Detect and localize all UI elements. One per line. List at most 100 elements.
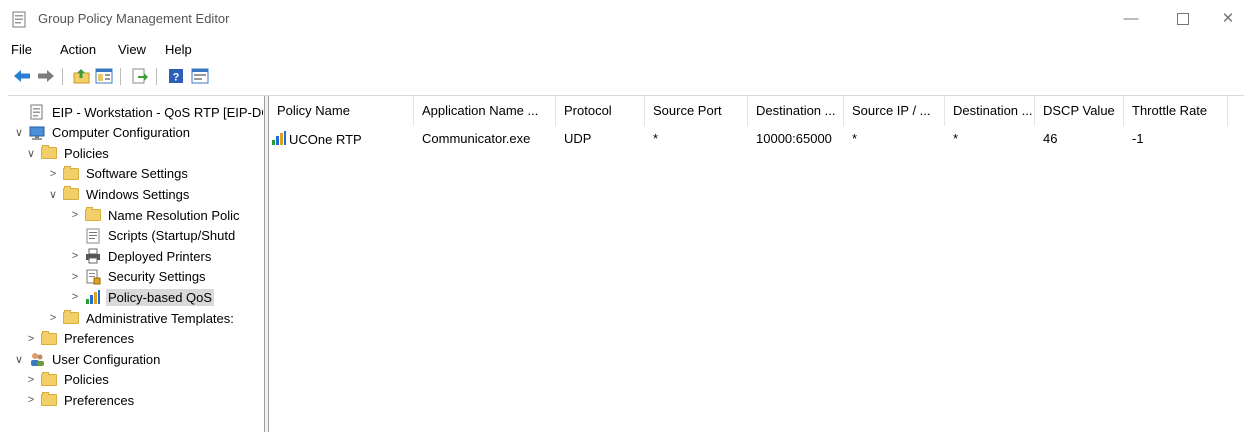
forward-button[interactable]: [36, 66, 56, 86]
chevron-down-icon[interactable]: ∨: [12, 126, 26, 139]
tree-item-label: User Configuration: [52, 351, 161, 367]
qos-icon: [85, 289, 101, 305]
menu-file[interactable]: File: [11, 42, 32, 57]
back-icon: [14, 70, 30, 82]
chevron-right-icon[interactable]: >: [68, 250, 82, 262]
tree-item-label: Preferences: [64, 331, 135, 347]
cell-text: Communicator.exe: [422, 131, 531, 146]
column-header[interactable]: Throttle Rate: [1124, 96, 1228, 126]
cell-text: *: [852, 131, 858, 146]
gpme-app-icon: [12, 11, 26, 28]
export-list-icon: [132, 68, 148, 84]
tree-item[interactable]: > Name Resolution Polic: [68, 205, 242, 225]
column-header[interactable]: Application Name ...: [414, 96, 556, 126]
table-cell: 10000:65000: [748, 130, 832, 148]
chevron-right-icon[interactable]: >: [68, 209, 82, 221]
tree-item[interactable]: > Software Settings: [46, 164, 190, 184]
column-header[interactable]: Destination ...: [748, 96, 844, 126]
maximize-button[interactable]: [1160, 0, 1206, 38]
show-hide-tree-icon: [95, 68, 113, 84]
table-cell: -1: [1124, 130, 1144, 148]
up-folder-icon: [73, 69, 90, 84]
close-button[interactable]: ✕: [1212, 0, 1244, 38]
qos-policy-icon: [271, 131, 287, 149]
tree-item[interactable]: > Policies: [24, 370, 111, 390]
tree-item-label: Policy-based QoS: [106, 288, 215, 306]
cell-text: *: [653, 131, 659, 146]
menu-action[interactable]: Action: [60, 42, 96, 57]
chevron-right-icon[interactable]: >: [68, 271, 82, 283]
chevron-right-icon[interactable]: >: [46, 312, 60, 324]
chevron-down-icon[interactable]: ∨: [12, 353, 26, 366]
chevron-right-icon[interactable]: >: [68, 291, 82, 303]
window-title: Group Policy Management Editor: [38, 11, 230, 26]
svg-text:?: ?: [173, 72, 180, 84]
cell-text: -1: [1132, 131, 1144, 146]
properties-button[interactable]: [190, 66, 210, 86]
properties-icon: [191, 68, 209, 84]
tree-item-label: Administrative Templates:: [86, 310, 234, 326]
tree-item-label: EIP - Workstation - QoS RTP [EIP-DC0: [52, 104, 263, 120]
maximize-icon: [1177, 13, 1189, 26]
menu-help[interactable]: Help: [165, 42, 192, 57]
tree-item[interactable]: > Policy-based QoS: [68, 287, 215, 307]
tree-item-label: Computer Configuration: [52, 125, 191, 141]
folder-icon: [63, 310, 79, 326]
tree-item-label: Policies: [64, 145, 109, 161]
tree-item[interactable]: ∨ User Configuration: [12, 349, 162, 369]
column-header[interactable]: Source Port: [645, 96, 748, 126]
folder-icon: [41, 392, 57, 408]
tree-item-label: Software Settings: [86, 166, 188, 182]
tree-item[interactable]: ∨ Computer Configuration: [12, 123, 192, 143]
column-header[interactable]: Policy Name: [269, 96, 414, 126]
help-button[interactable]: ?: [166, 66, 186, 86]
printer-icon: [85, 248, 101, 264]
editor-panes: EIP - Workstation - QoS RTP [EIP-DC0 ∨ Com…: [8, 95, 1244, 432]
cell-text: UCOne RTP: [289, 131, 362, 147]
chevron-down-icon[interactable]: ∨: [24, 147, 38, 160]
table-cell: UDP: [556, 130, 591, 148]
user-icon: [29, 351, 45, 367]
chevron-down-icon[interactable]: ∨: [46, 188, 60, 201]
minimize-button[interactable]: —: [1108, 0, 1154, 38]
column-header[interactable]: Protocol: [556, 96, 645, 126]
tree-item[interactable]: > Preferences: [24, 390, 136, 410]
column-header[interactable]: Destination ...: [945, 96, 1035, 126]
column-header[interactable]: Source IP / ...: [844, 96, 945, 126]
tree-item[interactable]: > Deployed Printers: [68, 246, 213, 266]
chevron-right-icon[interactable]: >: [24, 394, 38, 406]
chevron-right-icon[interactable]: >: [24, 374, 38, 386]
tree-item[interactable]: ∨ Policies: [24, 143, 111, 163]
menu-view[interactable]: View: [118, 42, 146, 57]
back-button[interactable]: [12, 66, 32, 86]
show-hide-tree-button[interactable]: [94, 66, 114, 86]
tree-item-label: Windows Settings: [86, 186, 190, 202]
results-list: Policy Name Application Name ... Protocol S…: [269, 96, 1244, 432]
cell-text: *: [953, 131, 959, 146]
column-header[interactable]: DSCP Value: [1035, 96, 1124, 126]
chevron-right-icon[interactable]: >: [24, 333, 38, 345]
tree-item-label: Scripts (Startup/Shutd: [108, 228, 236, 244]
script-icon: [85, 228, 101, 244]
tree-item[interactable]: Scripts (Startup/Shutd: [68, 226, 237, 246]
toolbar-separator: [62, 68, 63, 85]
tree-item[interactable]: > Preferences: [24, 329, 136, 349]
up-folder-button[interactable]: [72, 66, 92, 86]
tree-item-label: Deployed Printers: [108, 248, 212, 264]
chevron-right-icon[interactable]: >: [46, 168, 60, 180]
tree-item[interactable]: > Security Settings: [68, 267, 208, 287]
menu-bar: File Action View Help: [0, 39, 1244, 61]
export-list-button[interactable]: [130, 66, 150, 86]
tree-item[interactable]: ∨ Windows Settings: [46, 184, 191, 204]
cell-text: 10000:65000: [756, 131, 832, 146]
tree-item[interactable]: EIP - Workstation - QoS RTP [EIP-DC0: [12, 102, 263, 122]
tree-item[interactable]: > Administrative Templates:: [46, 308, 236, 328]
toolbar-separator: [156, 68, 157, 85]
folder-icon: [63, 186, 79, 202]
policy-name-cell[interactable]: UCOne RTP: [269, 130, 362, 148]
table-cell: *: [645, 130, 658, 148]
folder-icon: [63, 165, 79, 182]
toolbar-separator: [120, 68, 121, 85]
table-cell: 46: [1035, 130, 1057, 148]
folder-icon: [41, 330, 57, 347]
